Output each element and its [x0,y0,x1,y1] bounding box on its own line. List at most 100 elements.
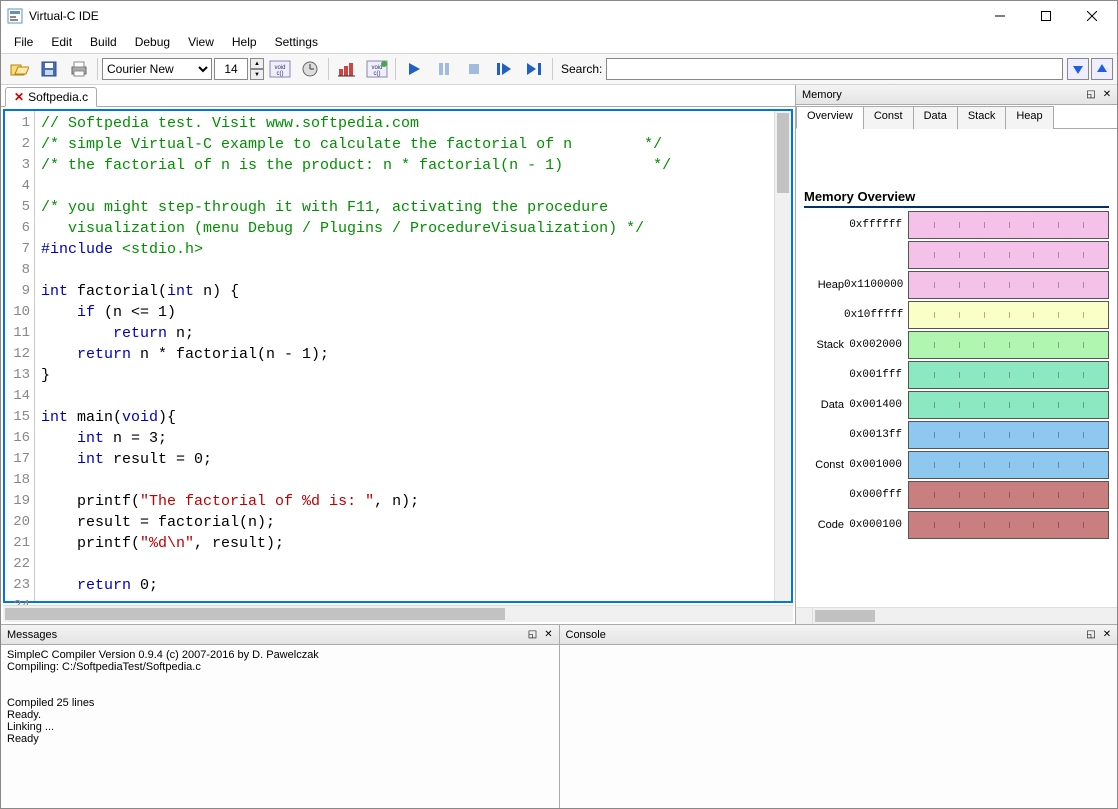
step-into-button[interactable] [520,56,548,82]
menu-build[interactable]: Build [81,33,126,51]
console-header: Console ◱ ✕ [560,625,1118,645]
print-button[interactable] [65,56,93,82]
clock-button[interactable] [296,56,324,82]
close-button[interactable] [1069,1,1115,31]
menu-file[interactable]: File [5,33,42,51]
line-gutter: 123456789101112131415161718192021222324 [5,111,35,601]
memtab-heap[interactable]: Heap [1005,106,1053,129]
console-close-icon[interactable]: ✕ [1099,627,1115,643]
maximize-button[interactable] [1023,1,1069,31]
run-button[interactable] [400,56,428,82]
memory-row-addr: 0x10fffff [844,309,906,321]
memory-row-block [908,241,1109,269]
messages-undock-icon[interactable]: ◱ [525,627,541,643]
memory-row-block [908,271,1109,299]
toolbar: Courier New ▲▼ voidc() voidc() Search: [1,53,1117,85]
search-next-button[interactable] [1067,58,1089,80]
messages-header: Messages ◱ ✕ [1,625,559,645]
memory-overview-title: Memory Overview [804,189,1109,208]
editor-vscrollbar[interactable] [774,111,791,601]
memory-row-addr: 0xffffff [844,219,906,231]
code-area[interactable]: // Softpedia test. Visit www.softpedia.c… [35,111,774,601]
messages-close-icon[interactable]: ✕ [541,627,557,643]
menu-help[interactable]: Help [223,33,266,51]
memory-row-block [908,451,1109,479]
memory-row: 0x000fff [804,480,1109,510]
pause-button[interactable] [430,56,458,82]
menu-view[interactable]: View [179,33,223,51]
search-label: Search: [561,62,602,76]
memory-row-block [908,211,1109,239]
void2-button[interactable]: voidc() [363,56,391,82]
memtab-overview[interactable]: Overview [796,106,864,129]
memory-tabs: Overview Const Data Stack Heap [796,105,1117,129]
console-body[interactable] [560,645,1118,808]
memory-row: Const0x001000 [804,450,1109,480]
menu-bar: File Edit Build Debug View Help Settings [1,31,1117,53]
memory-row-block [908,331,1109,359]
font-select[interactable]: Courier New [102,58,212,80]
menu-debug[interactable]: Debug [126,33,179,51]
memory-row-block [908,481,1109,509]
memory-row: Code0x000100 [804,510,1109,540]
memory-pane-title: Memory [802,89,842,101]
console-undock-icon[interactable]: ◱ [1083,627,1099,643]
messages-body: SimpleC Compiler Version 0.9.4 (c) 2007-… [1,645,559,808]
memory-row-label: Heap [804,279,844,291]
memory-row-label: Const [804,459,844,471]
memory-row-addr: 0x002000 [844,339,906,351]
memory-row-addr: 0x001400 [844,399,906,411]
memory-row-addr: 0x000fff [844,489,906,501]
editor-hscrollbar[interactable] [3,605,793,622]
memory-row-block [908,421,1109,449]
undock-icon[interactable]: ◱ [1083,87,1099,103]
open-button[interactable] [5,56,33,82]
step-over-button[interactable] [490,56,518,82]
menu-settings[interactable]: Settings [266,33,327,51]
code-editor[interactable]: 123456789101112131415161718192021222324 … [3,109,793,603]
title-bar: Virtual-C IDE [1,1,1117,31]
memory-row-addr: 0x0013ff [844,429,906,441]
memory-row-label: Code [804,519,844,531]
memory-row-addr: 0x001000 [844,459,906,471]
menu-edit[interactable]: Edit [42,33,81,51]
memory-row-block [908,361,1109,389]
memory-overview: Memory Overview 0xffffff Heap0x1100000 0x1… [796,129,1117,607]
memtab-stack[interactable]: Stack [957,106,1007,129]
save-button[interactable] [35,56,63,82]
search-prev-button[interactable] [1091,58,1113,80]
svg-text:c(): c() [374,71,381,77]
stop-button[interactable] [460,56,488,82]
font-size-spinner[interactable]: ▲▼ [250,58,264,80]
console-title: Console [566,629,606,641]
memory-row: 0x001fff [804,360,1109,390]
memory-row-label: Stack [804,339,844,351]
build-button[interactable] [333,56,361,82]
memory-hscrollbar[interactable] [796,607,1117,624]
minimize-button[interactable] [977,1,1023,31]
file-tab[interactable]: ✕ Softpedia.c [5,87,97,107]
memory-row: 0xffffff [804,210,1109,240]
memory-row: 0x0013ff [804,420,1109,450]
memory-row: 0x10fffff [804,300,1109,330]
memory-row-label: Data [804,399,844,411]
search-input[interactable] [606,58,1063,80]
svg-text:c(): c() [277,71,284,77]
memory-pane-header: Memory ◱ ✕ [796,85,1117,105]
memtab-data[interactable]: Data [913,106,958,129]
file-tab-strip: ✕ Softpedia.c [1,85,795,107]
close-tab-icon[interactable]: ✕ [14,90,24,104]
memory-row: Stack0x002000 [804,330,1109,360]
memory-row-addr: 0x001fff [844,369,906,381]
window-title: Virtual-C IDE [29,9,977,23]
memory-row: Heap0x1100000 [804,270,1109,300]
memory-row-block [908,301,1109,329]
void-button[interactable]: voidc() [266,56,294,82]
font-size-input[interactable] [214,58,248,80]
memtab-const[interactable]: Const [863,106,914,129]
messages-title: Messages [7,629,57,641]
app-icon [7,8,23,24]
close-pane-icon[interactable]: ✕ [1099,87,1115,103]
file-tab-label: Softpedia.c [28,90,88,104]
memory-row-addr: 0x000100 [844,519,906,531]
